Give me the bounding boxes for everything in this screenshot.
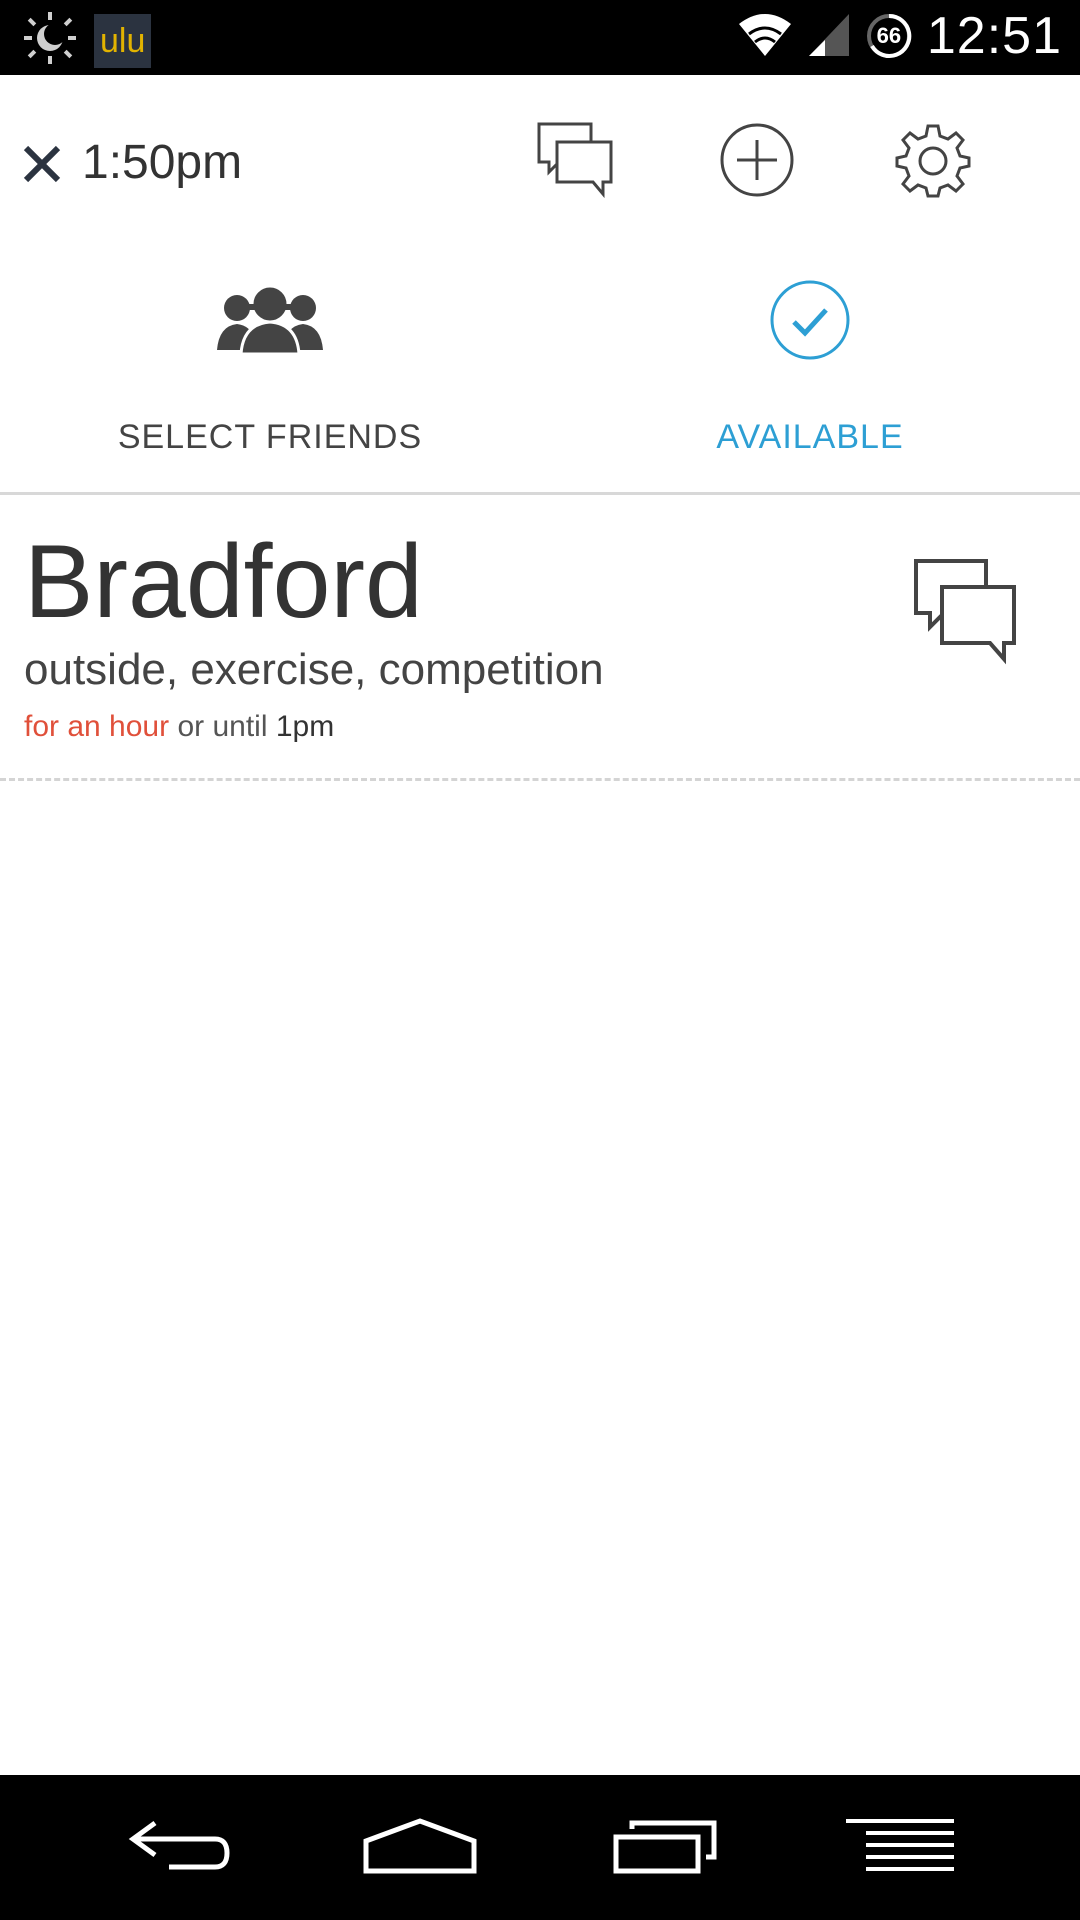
friend-entry[interactable]: Bradford outside, exercise, competition … bbox=[0, 495, 1080, 785]
close-icon bbox=[23, 145, 61, 183]
home-icon bbox=[363, 1818, 477, 1874]
chat-icon bbox=[914, 559, 1016, 665]
available-button[interactable]: AVAILABLE bbox=[610, 278, 1010, 478]
recents-button[interactable] bbox=[605, 1805, 725, 1885]
settings-button[interactable] bbox=[888, 115, 978, 205]
entry-time: for an hour or until 1pm bbox=[24, 710, 334, 744]
status-time: 12:51 bbox=[926, 7, 1062, 65]
available-label: AVAILABLE bbox=[716, 418, 904, 456]
back-icon bbox=[128, 1820, 230, 1870]
add-icon bbox=[720, 123, 794, 197]
entry-separator bbox=[0, 778, 1080, 781]
select-friends-label: SELECT FRIENDS bbox=[117, 418, 423, 456]
status-right: 66 12:51 bbox=[737, 6, 1062, 66]
wifi-icon bbox=[737, 10, 793, 63]
add-button[interactable] bbox=[712, 115, 802, 205]
friends-icon bbox=[217, 284, 323, 356]
toolbar: 1:50pm bbox=[0, 75, 1080, 250]
menu-button[interactable] bbox=[840, 1805, 960, 1885]
app-badge: ulu bbox=[94, 13, 152, 68]
brightness-icon bbox=[22, 10, 78, 71]
home-button[interactable] bbox=[360, 1805, 480, 1885]
check-circle-icon bbox=[770, 280, 850, 360]
entry-name: Bradford bbox=[24, 524, 423, 640]
time-label: 1:50pm bbox=[82, 136, 243, 189]
navigation-bar bbox=[0, 1775, 1080, 1920]
entry-tags: outside, exercise, competition bbox=[24, 645, 604, 694]
battery-level: 66 bbox=[876, 23, 902, 48]
entry-until-time: 1pm bbox=[275, 710, 335, 743]
chat-button[interactable] bbox=[530, 115, 620, 205]
status-left: ulu bbox=[22, 10, 152, 71]
close-button[interactable] bbox=[18, 140, 68, 190]
status-bar: ulu 66 12:51 bbox=[0, 0, 1080, 75]
entry-connector: or until bbox=[177, 710, 268, 743]
gear-icon bbox=[895, 124, 971, 198]
menu-icon bbox=[846, 1819, 954, 1871]
select-friends-button[interactable]: SELECT FRIENDS bbox=[70, 278, 470, 478]
signal-icon bbox=[807, 10, 851, 63]
entry-duration: for an hour bbox=[24, 710, 170, 743]
entry-chat-button[interactable] bbox=[910, 555, 1020, 665]
recents-icon bbox=[613, 1820, 717, 1874]
back-button[interactable] bbox=[120, 1805, 240, 1885]
chat-icon bbox=[537, 122, 613, 199]
action-row: SELECT FRIENDS AVAILABLE bbox=[0, 250, 1080, 490]
battery-icon: 66 bbox=[865, 12, 913, 60]
